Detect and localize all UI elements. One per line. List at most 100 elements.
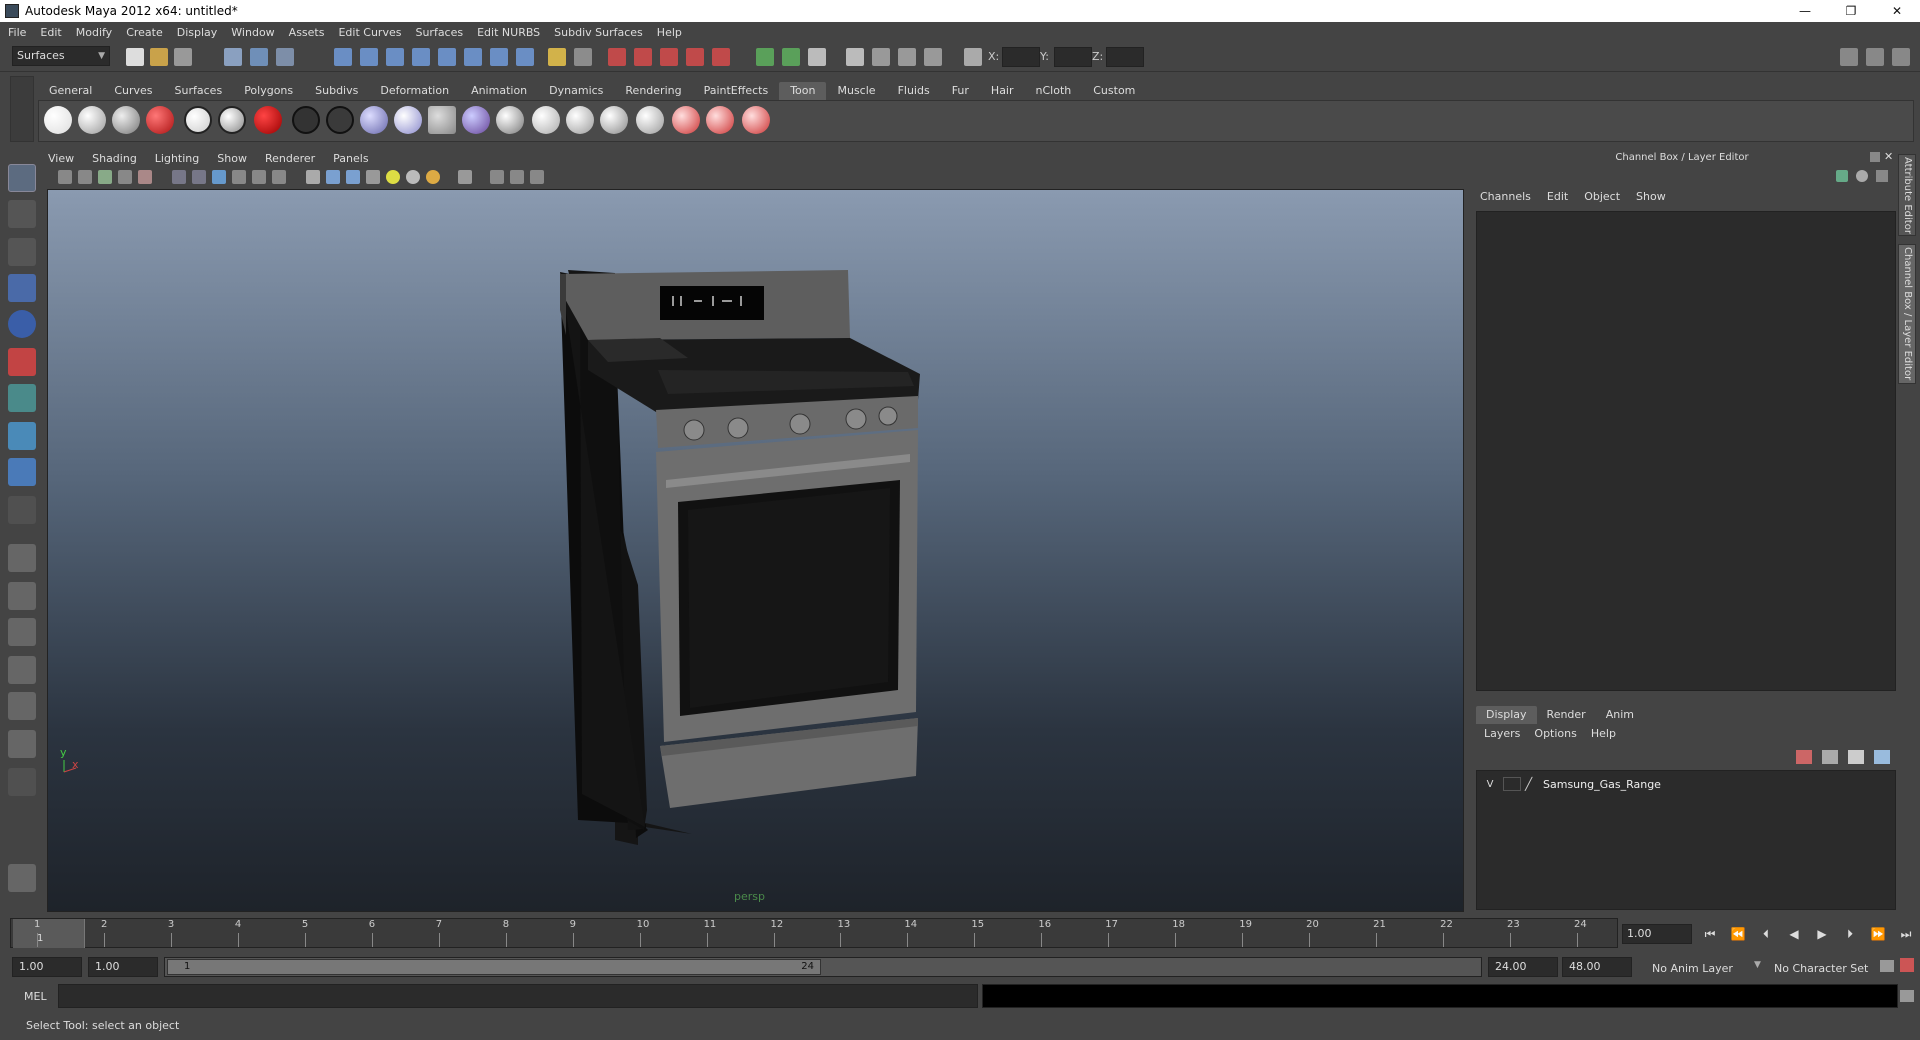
shelf-tab-toon[interactable]: Toon (779, 82, 827, 100)
toon-assign-icon[interactable] (394, 106, 422, 134)
menu-help[interactable]: Help (657, 26, 682, 39)
shelf-tab-painteffects[interactable]: PaintEffects (693, 82, 780, 100)
snap-grid-icon[interactable] (334, 48, 352, 66)
rotate-tool-icon[interactable] (8, 310, 36, 338)
persp-outliner-layout-icon[interactable] (8, 618, 36, 646)
grid-icon[interactable] (172, 170, 186, 184)
toon-red-sphere-icon[interactable] (254, 106, 282, 134)
step-back-key-button[interactable]: ⏪ (1724, 924, 1752, 944)
xray-components-icon[interactable] (530, 170, 544, 184)
layer-color-icon[interactable]: ╱ (1525, 777, 1539, 791)
channel-menu-edit[interactable]: Edit (1547, 190, 1568, 203)
z-field[interactable] (1106, 47, 1144, 67)
image-plane-icon[interactable] (118, 170, 132, 184)
toon-convert-icon[interactable] (706, 106, 734, 134)
close-panel-icon[interactable]: ✕ (1884, 150, 1893, 163)
layer-move-up-icon[interactable] (1848, 750, 1864, 764)
construction-history-icon[interactable] (634, 48, 652, 66)
snap-live-icon[interactable] (490, 48, 508, 66)
step-back-frame-button[interactable]: ⏴ (1752, 924, 1780, 944)
show-channel-box-icon[interactable] (1892, 48, 1910, 66)
layer-name[interactable]: Samsung_Gas_Range (1543, 778, 1661, 791)
go-to-start-button[interactable]: ⏮ (1696, 924, 1724, 944)
camera-attributes-icon[interactable] (78, 170, 92, 184)
script-editor-icon[interactable] (1900, 990, 1914, 1002)
camera-select-icon[interactable] (58, 170, 72, 184)
layer-move-down-icon[interactable] (1874, 750, 1890, 764)
layer-tab-anim[interactable]: Anim (1596, 706, 1644, 724)
shelf-tab-ncloth[interactable]: nCloth (1025, 82, 1083, 100)
anim-layer-dropdown[interactable]: No Anim Layer (1652, 962, 1733, 975)
shelf-tab-dynamics[interactable]: Dynamics (538, 82, 614, 100)
close-button[interactable]: ✕ (1874, 0, 1920, 22)
safe-action-icon[interactable] (272, 170, 286, 184)
field-chart-icon[interactable] (252, 170, 266, 184)
channel-menu-object[interactable]: Object (1584, 190, 1620, 203)
menu-set-dropdown[interactable]: Surfaces ▼ (12, 46, 110, 66)
panel-menu-renderer[interactable]: Renderer (265, 150, 315, 168)
toon-line-width-icon[interactable] (496, 106, 524, 134)
shadows-icon[interactable] (406, 170, 420, 184)
lock-icon[interactable] (548, 48, 566, 66)
panel-menu-panels[interactable]: Panels (333, 150, 368, 168)
shelf-tab-animation[interactable]: Animation (460, 82, 538, 100)
side-tab-channel-box[interactable]: Channel Box / Layer Editor (1898, 244, 1916, 384)
menu-surfaces[interactable]: Surfaces (415, 26, 463, 39)
toon-crease-icon[interactable] (532, 106, 560, 134)
panel-menu-view[interactable]: View (48, 150, 74, 168)
auto-key-icon[interactable] (1880, 960, 1894, 972)
soft-modification-icon[interactable] (8, 422, 36, 450)
toon-paint-icon[interactable] (462, 106, 490, 134)
transform-mode-icon[interactable] (964, 48, 982, 66)
toon-intersect-icon[interactable] (600, 106, 628, 134)
snap-plane-icon[interactable] (412, 48, 430, 66)
paint-select-tool-icon[interactable] (8, 238, 36, 266)
new-scene-icon[interactable] (126, 48, 144, 66)
outliner-persp-graph-layout-icon[interactable] (8, 730, 36, 758)
render-view-icon[interactable] (756, 48, 774, 66)
lasso-tool-icon[interactable] (8, 200, 36, 228)
shelf-tab-custom[interactable]: Custom (1082, 82, 1146, 100)
time-slider[interactable]: 1 1 2 3 4 5 6 7 8 9 10 11 12 13 14 15 16 17 18 19 20 21 22 23 2… (10, 918, 1618, 948)
toon-fill-light-icon[interactable] (44, 106, 72, 134)
select-hierarchy-icon[interactable] (224, 48, 242, 66)
panel-menu-show[interactable]: Show (217, 150, 247, 168)
step-forward-frame-button[interactable]: ⏵ (1836, 924, 1864, 944)
save-scene-icon[interactable] (174, 48, 192, 66)
toon-fill-dark-icon[interactable] (112, 106, 140, 134)
panel-menu-lighting[interactable]: Lighting (155, 150, 199, 168)
universal-manipulator-icon[interactable] (8, 384, 36, 412)
play-forwards-button[interactable]: ▶ (1808, 924, 1836, 944)
input-output-icon[interactable] (574, 48, 592, 66)
layer-menu-layers[interactable]: Layers (1484, 727, 1520, 740)
layer-row[interactable]: V ╱ Samsung_Gas_Range (1481, 775, 1891, 793)
character-set-dropdown[interactable]: No Character Set (1774, 962, 1868, 975)
menu-create[interactable]: Create (126, 26, 163, 39)
current-frame-marker[interactable]: 1 (13, 919, 85, 948)
tool-settings-icon[interactable] (872, 48, 890, 66)
new-layer-selected-icon[interactable] (1822, 750, 1838, 764)
toon-reverse-icon[interactable] (672, 106, 700, 134)
render-frame-icon[interactable] (660, 48, 678, 66)
layer-display-type-toggle[interactable] (1503, 777, 1521, 791)
wireframe-icon[interactable] (306, 170, 320, 184)
menu-display[interactable]: Display (177, 26, 218, 39)
perspective-viewport[interactable]: y x persp (47, 189, 1464, 912)
shelf-tab-polygons[interactable]: Polygons (233, 82, 304, 100)
select-component-icon[interactable] (276, 48, 294, 66)
layer-visibility-toggle[interactable]: V (1481, 779, 1499, 790)
panel-menu-shading[interactable]: Shading (92, 150, 137, 168)
minimize-button[interactable]: — (1782, 0, 1828, 22)
channel-speed-icon[interactable] (1836, 170, 1848, 182)
open-scene-icon[interactable] (150, 48, 168, 66)
playback-start-field[interactable]: 1.00 (88, 957, 158, 977)
toon-outline-black-icon[interactable] (292, 106, 320, 134)
snap-view-icon[interactable] (464, 48, 482, 66)
isolate-select-icon[interactable] (458, 170, 472, 184)
show-attribute-editor-icon[interactable] (1840, 48, 1858, 66)
persp-hypershade-layout-icon[interactable] (8, 692, 36, 720)
toon-remove-icon[interactable] (742, 106, 770, 134)
animation-start-field[interactable]: 1.00 (12, 957, 82, 977)
side-tab-attribute-editor[interactable]: Attribute Editor (1898, 154, 1916, 236)
toon-offset-icon[interactable] (636, 106, 664, 134)
